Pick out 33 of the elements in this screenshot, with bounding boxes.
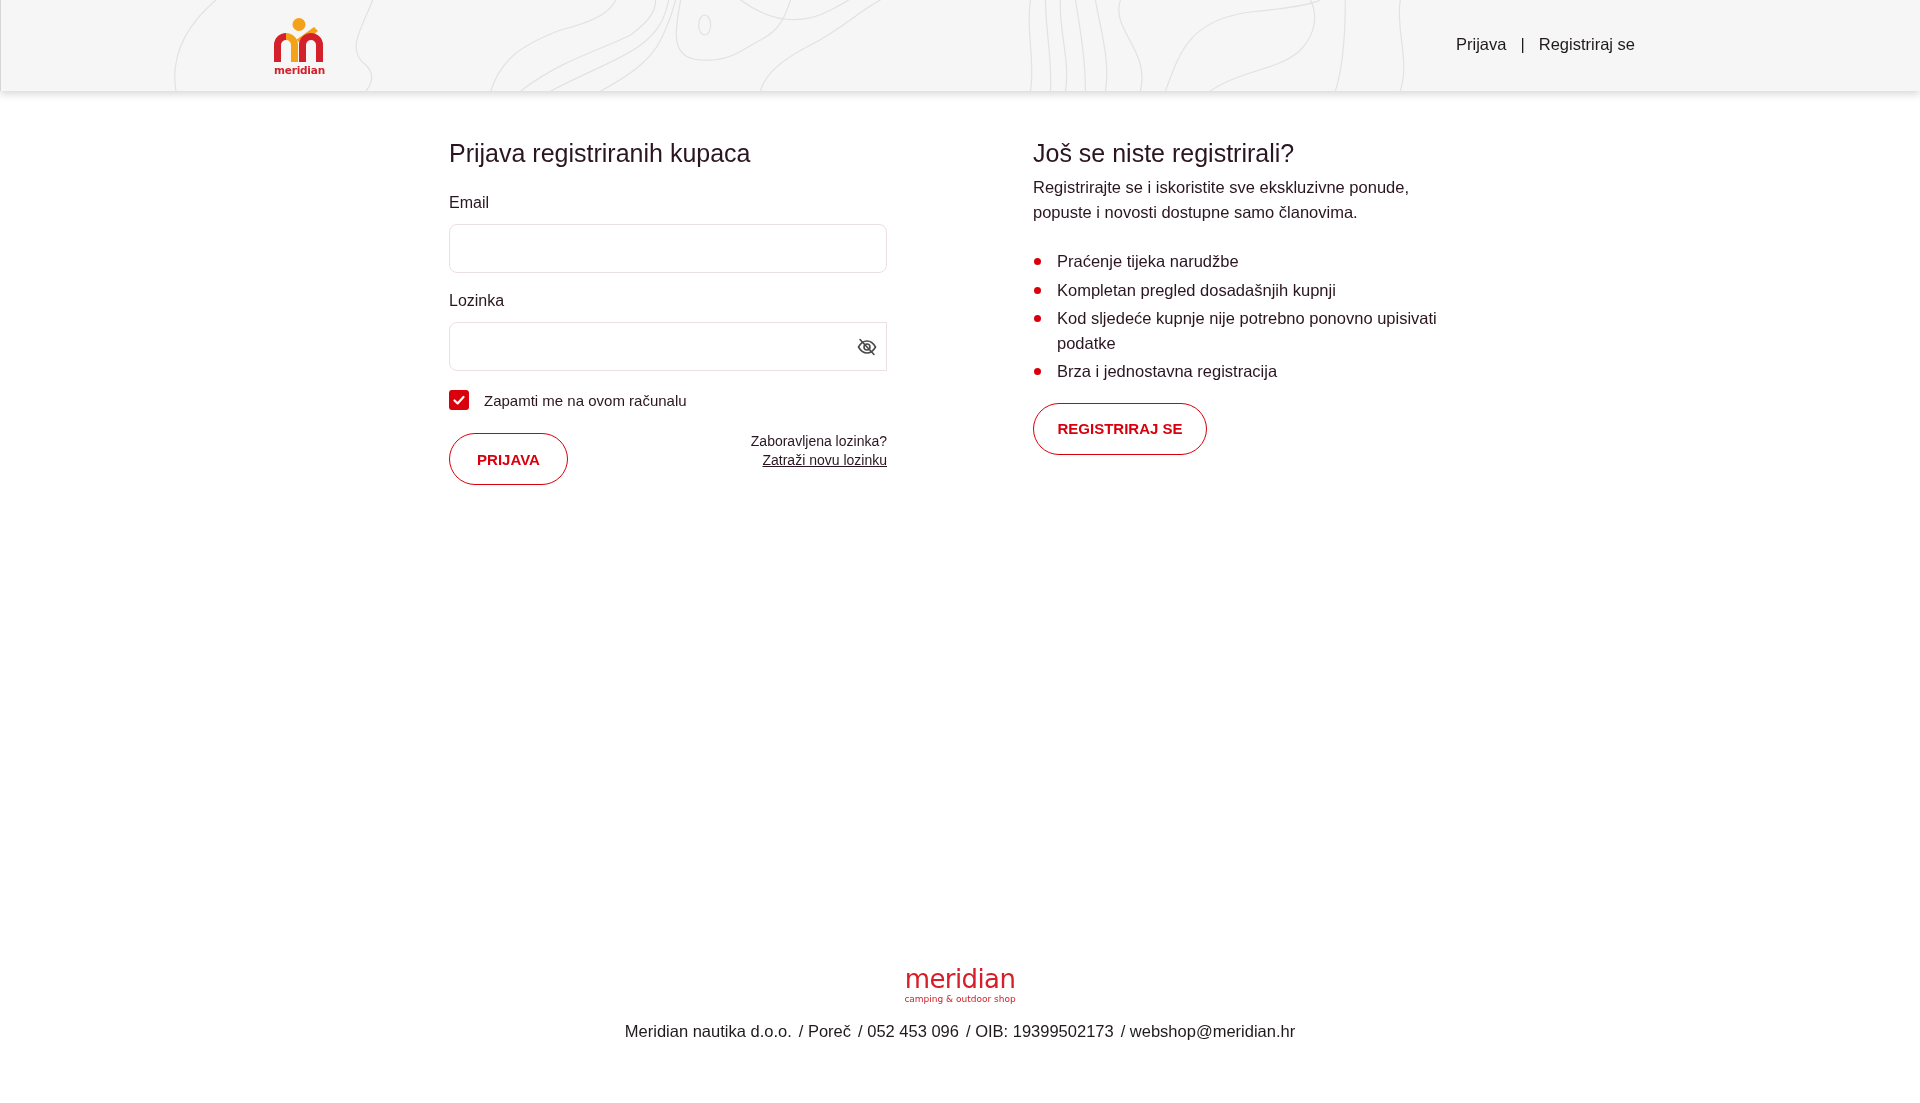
reset-password-link[interactable]: Zatraži novu lozinku xyxy=(762,451,887,470)
intro-text: Registrirajte se i iskoristite sve ekskluzivne ponude, popuste i novosti dostupne samo članovima. xyxy=(1033,177,1410,223)
checkbox[interactable] xyxy=(449,390,469,410)
benefit-text: Praćenje tijeka narudžbe xyxy=(1057,251,1239,272)
nav-link[interactable]: Prijava xyxy=(1456,35,1507,54)
password-field[interactable] xyxy=(449,322,887,371)
footer-info-text: / Poreč xyxy=(798,1021,852,1042)
form-title: Prijava registriranih kupaca xyxy=(449,138,752,168)
logo-link[interactable]: meridian xyxy=(274,17,325,76)
nav-separator: | xyxy=(1520,35,1525,54)
field-label: Email xyxy=(449,193,490,213)
footer-info-text: Meridian nautika d.o.o. xyxy=(624,1021,792,1042)
email-field[interactable] xyxy=(449,224,887,273)
benefit-text: Kompletan pregled dosadašnjih kupnji xyxy=(1057,279,1336,301)
footer-info-text: / 052 453 096 xyxy=(858,1021,959,1042)
login-button[interactable]: PRIJAVA xyxy=(449,433,568,485)
forgot-password-text: Zaboravljena lozinka? xyxy=(750,432,887,451)
figure-icon xyxy=(274,17,325,62)
register-button[interactable]: REGISTRIRAJ SE xyxy=(1033,402,1207,455)
benefit-text: Brza i jednostavna registracija xyxy=(1057,361,1278,382)
section-title: Još se niste registrirali? xyxy=(1033,138,1296,168)
benefit-text: Kod sljedeće kupnje nije potrebno ponovno upisivati podatke xyxy=(1057,308,1438,354)
bullet-icon xyxy=(1034,368,1041,375)
footer-info-text: / OIB: 19399502173 xyxy=(965,1021,1114,1042)
checkbox-label: Zapamti me na ovom računalu xyxy=(484,391,687,409)
nav-link[interactable]: Registriraj se xyxy=(1538,35,1635,54)
bullet-icon xyxy=(1034,315,1041,322)
bullet-icon xyxy=(1034,258,1041,265)
footer-logo-link[interactable]: meridian camping & outdoor shop xyxy=(904,965,1016,1006)
field-label: Lozinka xyxy=(449,291,506,311)
footer-info-text: / webshop@meridian.hr xyxy=(1120,1021,1296,1042)
bullet-icon xyxy=(1034,286,1041,294)
eye-slash-icon[interactable] xyxy=(857,338,877,356)
